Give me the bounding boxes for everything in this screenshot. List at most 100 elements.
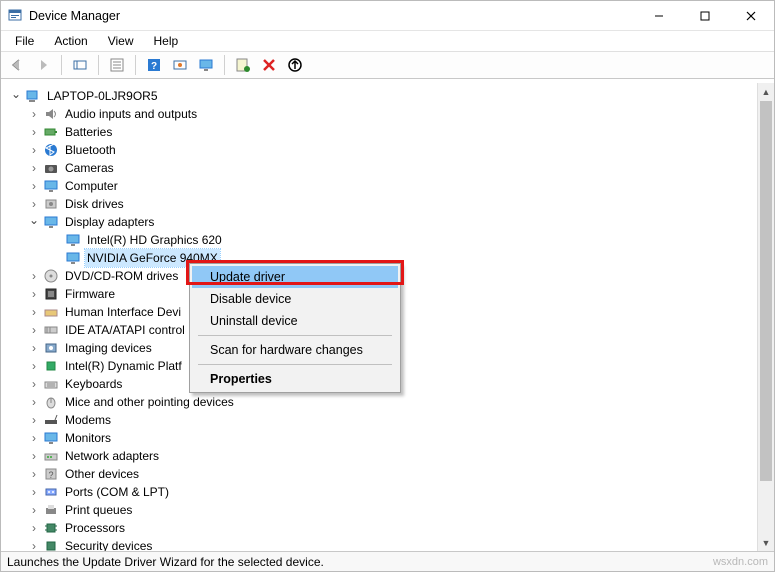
forward-button[interactable]: [31, 53, 55, 77]
expand-arrow-icon[interactable]: [27, 341, 41, 355]
tree-item-label: Keyboards: [63, 375, 124, 393]
tree-item[interactable]: Processors: [5, 519, 774, 537]
tree-item[interactable]: Mice and other pointing devices: [5, 393, 774, 411]
scroll-down-icon[interactable]: ▼: [758, 534, 774, 551]
expand-arrow-icon[interactable]: [27, 305, 41, 319]
tree-item-label: Cameras: [63, 159, 116, 177]
expand-arrow-icon[interactable]: [27, 503, 41, 517]
maximize-button[interactable]: [682, 1, 728, 31]
svg-text:?: ?: [48, 470, 53, 480]
expand-arrow-icon[interactable]: [27, 413, 41, 427]
expand-arrow-icon[interactable]: [27, 179, 41, 193]
tree-item[interactable]: Cameras: [5, 159, 774, 177]
expand-arrow-icon[interactable]: [27, 143, 41, 157]
tree-item-label: Firmware: [63, 285, 117, 303]
printer-icon: [43, 502, 59, 518]
app-icon: [7, 8, 23, 24]
toolbar-separator: [224, 55, 225, 75]
scrollbar-thumb[interactable]: [760, 101, 772, 481]
tree-item[interactable]: Batteries: [5, 123, 774, 141]
tree-item[interactable]: Monitors: [5, 429, 774, 447]
monitor-icon: [43, 214, 59, 230]
expand-arrow-icon[interactable]: [27, 467, 41, 481]
modem-icon: [43, 412, 59, 428]
window-controls: [636, 1, 774, 30]
enable-device-button[interactable]: [283, 53, 307, 77]
chip-icon: [43, 358, 59, 374]
minimize-button[interactable]: [636, 1, 682, 31]
monitor-icon: [43, 430, 59, 446]
expand-arrow-icon[interactable]: [27, 215, 41, 229]
tree-item[interactable]: Disk drives: [5, 195, 774, 213]
tree-item[interactable]: Print queues: [5, 501, 774, 519]
vertical-scrollbar[interactable]: ▲ ▼: [757, 83, 774, 551]
menu-help[interactable]: Help: [144, 32, 189, 50]
expand-arrow-icon[interactable]: [27, 395, 41, 409]
tree-item-label: Imaging devices: [63, 339, 154, 357]
expand-arrow-icon[interactable]: [27, 539, 41, 551]
ide-icon: [43, 322, 59, 338]
expand-arrow-icon[interactable]: [27, 377, 41, 391]
uninstall-button[interactable]: [257, 53, 281, 77]
cm-disable-device[interactable]: Disable device: [192, 288, 398, 310]
tree-item[interactable]: Display adapters: [5, 213, 774, 231]
disk-icon: [43, 196, 59, 212]
tree-item-label: Ports (COM & LPT): [63, 483, 171, 501]
tree-item[interactable]: Bluetooth: [5, 141, 774, 159]
title-bar: Device Manager: [1, 1, 774, 31]
tree-item[interactable]: Computer: [5, 177, 774, 195]
expand-arrow-icon[interactable]: [27, 323, 41, 337]
speaker-icon: [43, 106, 59, 122]
toolbar-separator: [98, 55, 99, 75]
expand-arrow-icon[interactable]: [27, 521, 41, 535]
expand-arrow-icon[interactable]: [27, 287, 41, 301]
cm-uninstall-device[interactable]: Uninstall device: [192, 310, 398, 332]
tree-item-label: Print queues: [63, 501, 134, 519]
update-driver-button[interactable]: [231, 53, 255, 77]
expand-arrow-icon[interactable]: [27, 197, 41, 211]
tree-item[interactable]: ?Other devices: [5, 465, 774, 483]
bluetooth-icon: [43, 142, 59, 158]
menu-view[interactable]: View: [98, 32, 144, 50]
hid-icon: [43, 304, 59, 320]
expand-arrow-icon[interactable]: [27, 359, 41, 373]
tree-item[interactable]: Audio inputs and outputs: [5, 105, 774, 123]
network-icon: [43, 448, 59, 464]
expand-arrow-icon[interactable]: [27, 485, 41, 499]
scroll-up-icon[interactable]: ▲: [758, 83, 774, 100]
expand-arrow-icon[interactable]: [27, 107, 41, 121]
properties-button[interactable]: [105, 53, 129, 77]
tree-item[interactable]: LAPTOP-0LJR9OR5: [5, 87, 774, 105]
expand-arrow-icon[interactable]: [9, 89, 23, 103]
expand-arrow-icon[interactable]: [27, 125, 41, 139]
expand-arrow-icon[interactable]: [27, 161, 41, 175]
tree-item-label: Mice and other pointing devices: [63, 393, 236, 411]
tree-item-label: Computer: [63, 177, 120, 195]
tree-item-label: Processors: [63, 519, 127, 537]
help-button[interactable]: ?: [142, 53, 166, 77]
cm-update-driver[interactable]: Update driver: [192, 266, 398, 288]
show-hidden-button[interactable]: [68, 53, 92, 77]
tree-item[interactable]: Intel(R) HD Graphics 620: [5, 231, 774, 249]
tree-item[interactable]: Ports (COM & LPT): [5, 483, 774, 501]
menu-file[interactable]: File: [5, 32, 44, 50]
menu-action[interactable]: Action: [44, 32, 97, 50]
display-button[interactable]: [194, 53, 218, 77]
scan-button[interactable]: [168, 53, 192, 77]
tree-item[interactable]: Modems: [5, 411, 774, 429]
tree-item-label: IDE ATA/ATAPI control: [63, 321, 187, 339]
cm-properties[interactable]: Properties: [192, 368, 398, 390]
back-button[interactable]: [5, 53, 29, 77]
close-button[interactable]: [728, 1, 774, 31]
tree-item-label: Security devices: [63, 537, 154, 551]
tree-item[interactable]: Network adapters: [5, 447, 774, 465]
cm-scan[interactable]: Scan for hardware changes: [192, 339, 398, 361]
tree-item[interactable]: Security devices: [5, 537, 774, 551]
imaging-icon: [43, 340, 59, 356]
svg-text:?: ?: [151, 61, 157, 72]
expand-arrow-icon[interactable]: [27, 449, 41, 463]
watermark: wsxdn.com: [713, 556, 768, 568]
expand-arrow-icon[interactable]: [27, 431, 41, 445]
mouse-icon: [43, 394, 59, 410]
expand-arrow-icon[interactable]: [27, 269, 41, 283]
